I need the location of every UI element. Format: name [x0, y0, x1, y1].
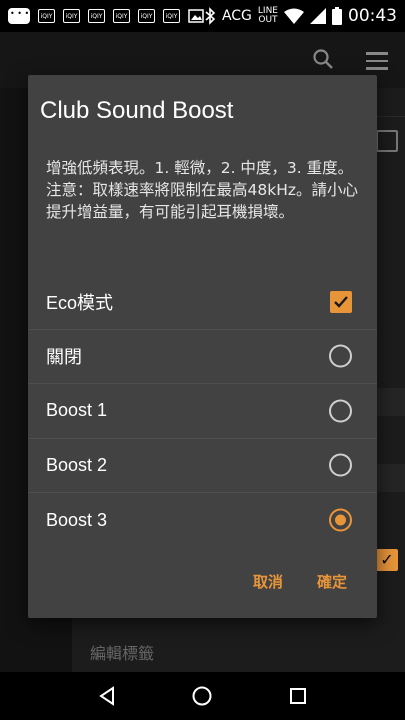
option-label: Boost 2	[46, 454, 108, 475]
navigation-bar	[0, 672, 405, 720]
dialog-actions: 取消 確定	[243, 565, 377, 598]
acg-label: ACG	[221, 8, 252, 24]
chat-icon	[8, 8, 30, 24]
iqiyi-icon: iQIY	[113, 9, 130, 23]
radio-unchecked-icon	[329, 453, 352, 477]
club-sound-boost-dialog: Club Sound Boost 增強低頻表現。1. 輕微，2. 中度，3. 重…	[28, 75, 377, 618]
option-label: 關閉	[46, 347, 82, 368]
image-icon	[188, 9, 204, 23]
iqiyi-icon: iQIY	[63, 9, 80, 23]
recents-icon[interactable]	[288, 686, 308, 706]
option-label: Eco模式	[46, 292, 114, 313]
line-out-bottom: OUT	[258, 15, 278, 25]
radio-checked-icon	[329, 508, 352, 532]
checkbox-checked-icon	[330, 290, 352, 313]
notification-icons: iQIY iQIY iQIY iQIY iQIY iQIY	[8, 8, 204, 24]
option-label: Boost 3	[46, 509, 108, 530]
system-icons: ACG LINE OUT 00:43	[204, 0, 397, 32]
dialog-message: 增強低頻表現。1. 輕微，2. 中度，3. 重度。 注意：取樣速率將限制在最高4…	[46, 157, 366, 223]
battery-icon	[332, 7, 342, 25]
back-icon[interactable]	[97, 686, 117, 706]
cancel-button[interactable]: 取消	[243, 565, 293, 598]
wifi-icon	[284, 8, 304, 24]
search-icon[interactable]	[312, 48, 334, 70]
iqiyi-icon: iQIY	[138, 9, 155, 23]
iqiyi-icon: iQIY	[163, 9, 180, 23]
bluetooth-icon	[205, 7, 216, 25]
line-out-icon: LINE OUT	[258, 7, 278, 25]
clock: 00:43	[348, 6, 397, 26]
status-bar: iQIY iQIY iQIY iQIY iQIY iQIY ACG LINE O…	[0, 0, 405, 32]
signal-icon	[310, 8, 326, 24]
options-list: Eco模式 關閉 Boost 1 Boost 2 Boost 3	[28, 275, 377, 548]
home-icon[interactable]	[191, 685, 213, 707]
background-checkbox-checked: ✓	[376, 549, 398, 571]
off-radio[interactable]	[329, 344, 352, 368]
option-eco-mode[interactable]: Eco模式	[28, 275, 377, 330]
boost-3-radio[interactable]	[329, 508, 352, 532]
menu-icon[interactable]	[366, 52, 388, 75]
option-boost-3[interactable]: Boost 3	[28, 493, 377, 548]
edit-tags-label: 編輯標籤	[90, 644, 155, 663]
option-boost-2[interactable]: Boost 2	[28, 439, 377, 493]
dialog-message-line-1: 增強低頻表現。1. 輕微，2. 中度，3. 重度。	[46, 159, 354, 177]
dialog-message-line-2: 注意：取樣速率將限制在最高48kHz。請小心提升增益量，有可能引起耳機損壞。	[46, 181, 358, 221]
iqiyi-icon: iQIY	[38, 9, 55, 23]
radio-unchecked-icon	[329, 344, 352, 368]
radio-unchecked-icon	[329, 399, 352, 423]
option-off[interactable]: 關閉	[28, 330, 377, 384]
background-checkbox	[376, 130, 398, 152]
eco-mode-checkbox[interactable]	[330, 290, 352, 313]
option-label: Boost 1	[46, 400, 108, 421]
option-boost-1[interactable]: Boost 1	[28, 384, 377, 439]
ok-button[interactable]: 確定	[307, 565, 357, 598]
iqiyi-icon: iQIY	[88, 9, 105, 23]
dialog-title: Club Sound Boost	[40, 97, 234, 124]
boost-2-radio[interactable]	[329, 453, 352, 477]
boost-1-radio[interactable]	[329, 399, 352, 423]
